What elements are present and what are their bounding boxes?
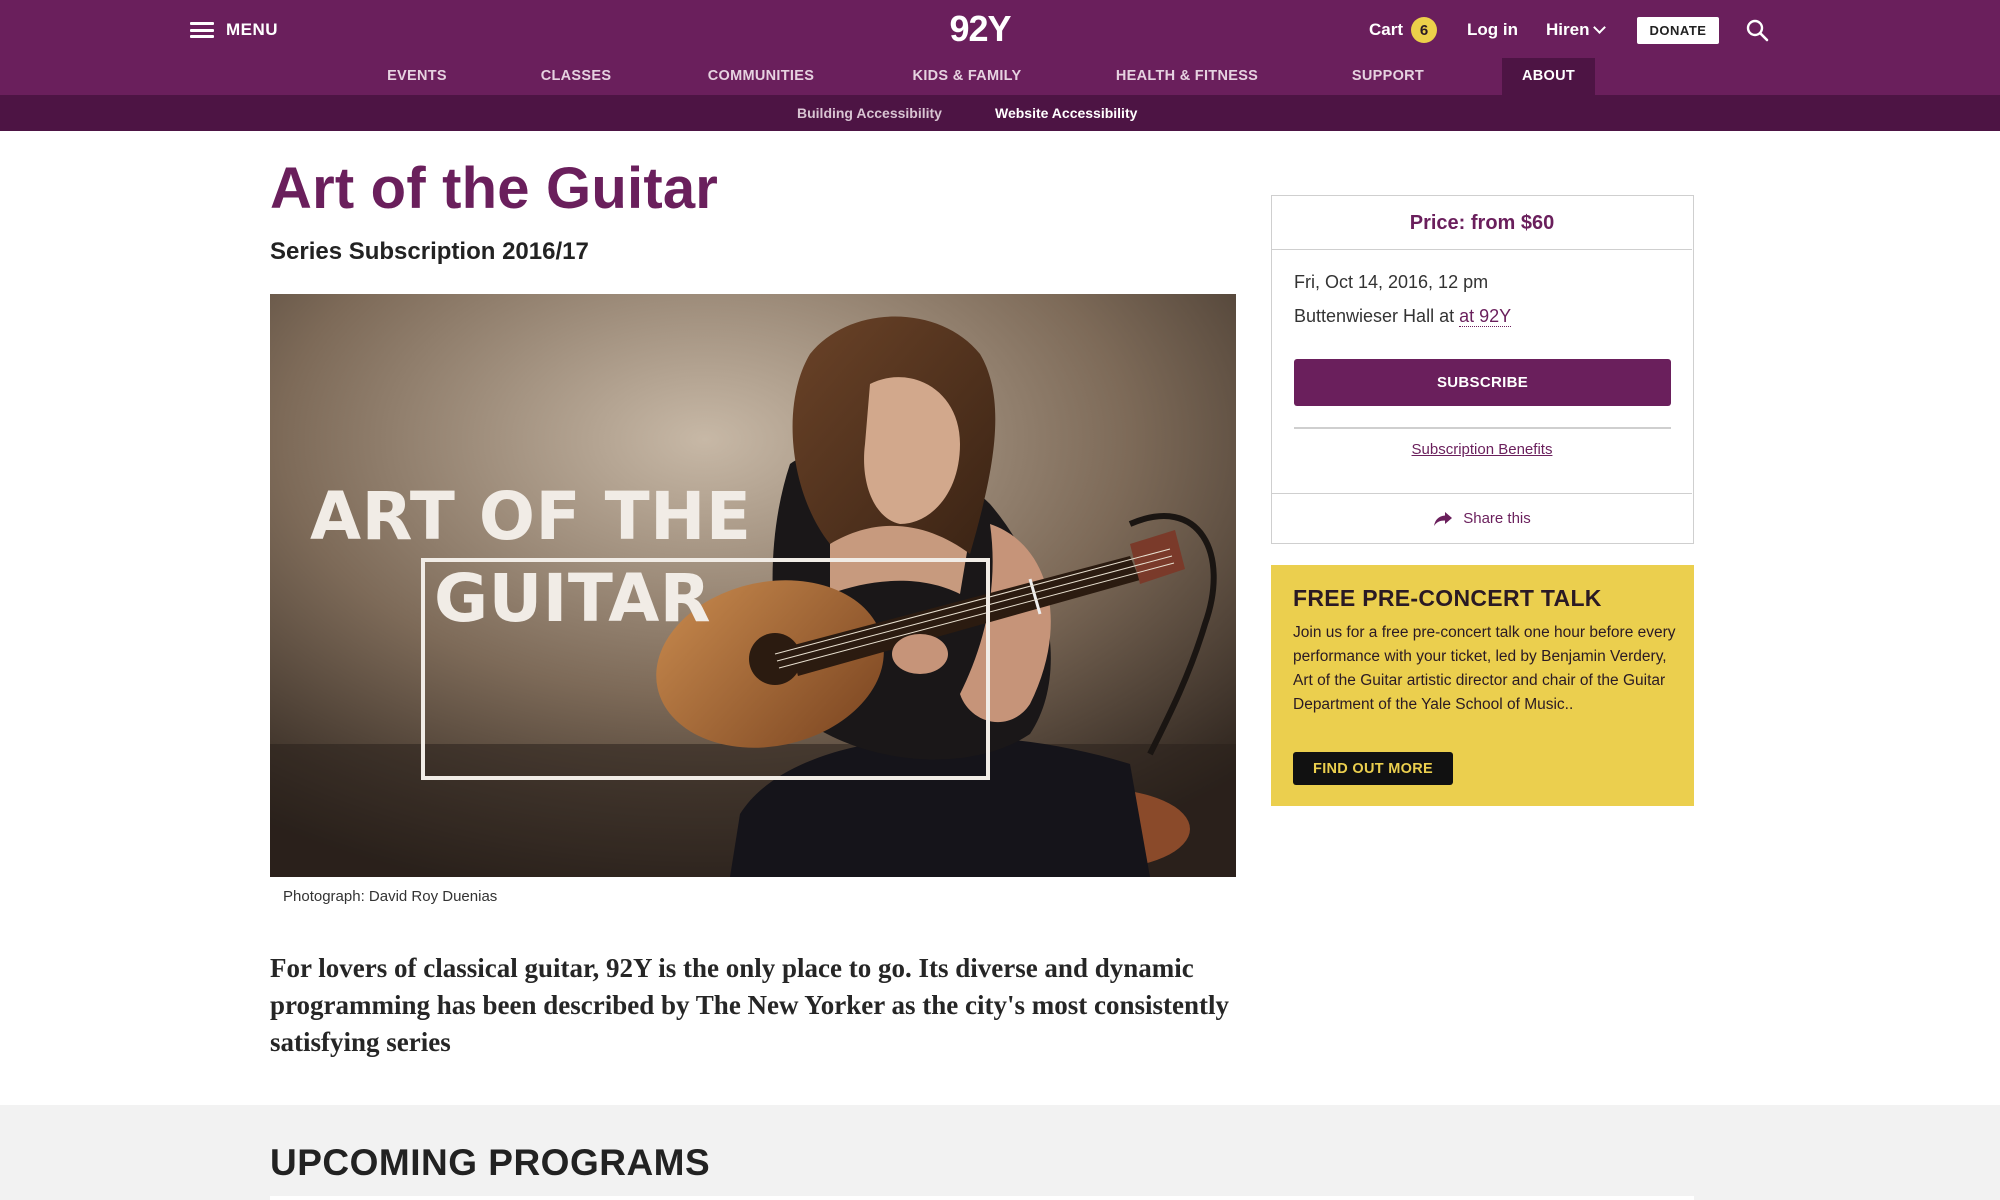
hero-image: ART OF THE GUITAR — [270, 294, 1236, 877]
nav-item-kids-family[interactable]: KIDS & FAMILY — [904, 58, 1030, 95]
subnav-item-website-accessibility[interactable]: Website Accessibility — [995, 95, 1137, 131]
hero-heading-line1: ART OF THE — [310, 478, 752, 555]
search-icon[interactable] — [1745, 18, 1769, 42]
venue-link[interactable]: at 92Y — [1459, 306, 1512, 327]
hero-title-frame — [421, 558, 990, 780]
top-bar: MENU 92Y Cart 6 Log in Hiren DONATE EVEN… — [0, 0, 2000, 95]
nav-item-events[interactable]: EVENTS — [372, 58, 462, 95]
nav-item-about[interactable]: ABOUT — [1502, 58, 1595, 95]
menu-label: MENU — [226, 20, 279, 39]
page-subtitle: Series Subscription 2016/17 — [270, 238, 589, 265]
main-nav: EVENTS CLASSES COMMUNITIES KIDS & FAMILY… — [0, 58, 2000, 95]
photo-caption: Photograph: David Roy Duenias — [283, 888, 498, 905]
share-button[interactable]: Share this — [1272, 493, 1692, 543]
price-label: Price: from $60 — [1272, 196, 1692, 250]
subscribe-button[interactable]: SUBSCRIBE — [1294, 359, 1671, 406]
share-arrow-icon — [1434, 511, 1453, 526]
sub-nav: Building Accessibility Website Accessibi… — [0, 95, 2000, 131]
donate-button[interactable]: DONATE — [1637, 17, 1719, 44]
divider — [1294, 427, 1671, 429]
upcoming-programs-title: UPCOMING PROGRAMS — [270, 1142, 711, 1183]
ticket-card: Price: from $60 Fri, Oct 14, 2016, 12 pm… — [1271, 195, 1694, 544]
chevron-down-icon — [1593, 21, 1607, 34]
event-venue: Buttenwieser Hall at at 92Y — [1294, 306, 1512, 327]
menu-button[interactable]: MENU — [190, 17, 278, 43]
nav-item-classes[interactable]: CLASSES — [531, 58, 621, 95]
user-menu[interactable]: Hiren — [1546, 20, 1607, 40]
subnav-item-building-accessibility[interactable]: Building Accessibility — [797, 95, 942, 131]
share-label: Share this — [1463, 510, 1531, 527]
site-logo[interactable]: 92Y — [940, 8, 1020, 50]
upcoming-programs-divider — [270, 1196, 1694, 1200]
lead-paragraph: For lovers of classical guitar, 92Y is t… — [270, 953, 1229, 1057]
cart-count-badge: 6 — [1411, 17, 1438, 43]
event-date: Fri, Oct 14, 2016, 12 pm — [1294, 272, 1489, 292]
user-name: Hiren — [1546, 20, 1590, 39]
cart-link[interactable]: Cart 6 — [1369, 16, 1438, 44]
hamburger-menu-icon — [190, 22, 214, 38]
pre-concert-talk-promo: FREE PRE-CONCERT TALK Join us for a free… — [1271, 565, 1694, 806]
nav-item-communities[interactable]: COMMUNITIES — [694, 58, 828, 95]
nav-item-support[interactable]: SUPPORT — [1346, 58, 1430, 95]
subscription-benefits-link[interactable]: Subscription Benefits — [1272, 441, 1692, 458]
nav-item-health-fitness[interactable]: HEALTH & FITNESS — [1108, 58, 1266, 95]
promo-body: Join us for a free pre-concert talk one … — [1293, 624, 1676, 713]
venue-prefix: Buttenwieser Hall at — [1294, 306, 1460, 326]
promo-title: FREE PRE-CONCERT TALK — [1293, 585, 1602, 611]
login-link[interactable]: Log in — [1467, 20, 1518, 40]
upcoming-programs-section: UPCOMING PROGRAMS — [0, 1105, 2000, 1200]
cart-label: Cart — [1369, 20, 1404, 39]
find-out-more-button[interactable]: FIND OUT MORE — [1293, 752, 1453, 785]
page-title: Art of the Guitar — [270, 156, 719, 221]
